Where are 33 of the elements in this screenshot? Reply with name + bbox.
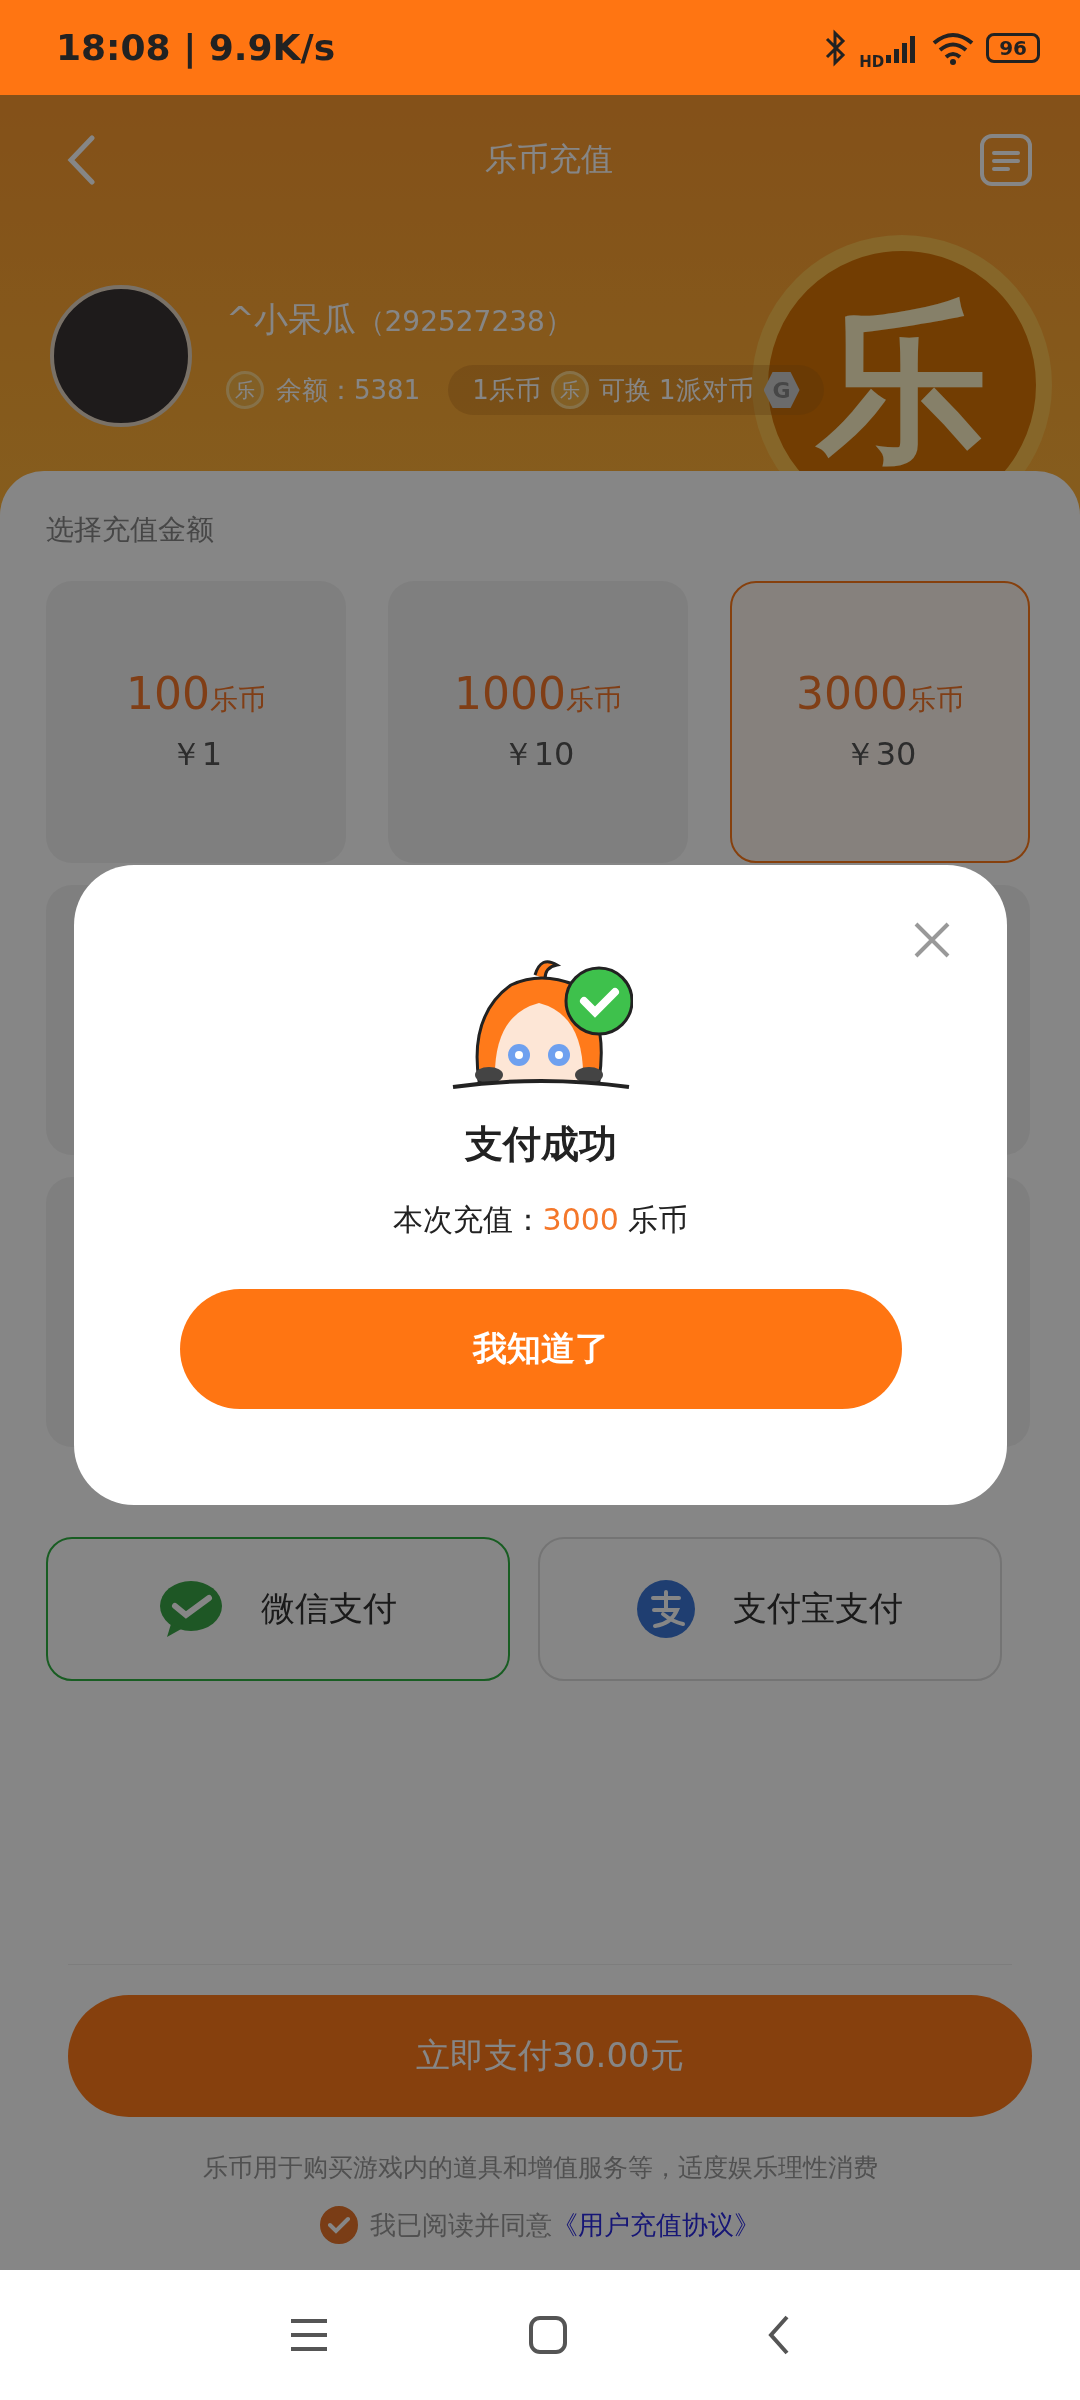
page-title: 乐币充值 bbox=[485, 139, 613, 180]
user-id: （292527238） bbox=[356, 304, 573, 340]
payment-option[interactable]: 支付宝支付 bbox=[538, 1537, 1002, 1681]
balance-text: 余额：5381 bbox=[276, 373, 421, 407]
records-icon[interactable] bbox=[980, 134, 1032, 186]
section-title: 选择充值金额 bbox=[46, 512, 215, 548]
menu-icon[interactable] bbox=[289, 2317, 329, 2353]
wifi-icon bbox=[932, 30, 975, 65]
close-icon[interactable] bbox=[913, 921, 951, 959]
user-name: ^小呆瓜 bbox=[226, 298, 357, 341]
payment-option[interactable]: 微信支付 bbox=[46, 1537, 510, 1681]
pay-now-button[interactable]: 立即支付30.00元 bbox=[68, 1995, 1032, 2117]
network-type-label: HD bbox=[859, 52, 885, 71]
dialog-title: 支付成功 bbox=[464, 1121, 617, 1168]
agreement-checkbox[interactable] bbox=[320, 2206, 358, 2244]
recharge-amount-text: 本次充值：3000 乐币 bbox=[392, 1201, 689, 1239]
home-icon[interactable] bbox=[529, 2316, 567, 2354]
status-time: 18:08 | 9.9K/s bbox=[56, 27, 336, 68]
back-icon[interactable] bbox=[767, 2315, 791, 2355]
amount-option[interactable]: 3000乐币 ￥30 bbox=[730, 581, 1030, 863]
coin-icon: 乐 bbox=[226, 371, 264, 409]
amount-option[interactable]: 100乐币 ￥1 bbox=[46, 581, 346, 863]
confirm-button[interactable]: 我知道了 bbox=[179, 1289, 902, 1409]
battery-indicator: 96 bbox=[986, 32, 1040, 63]
rate-to-text: 可换 1派对币 bbox=[598, 373, 754, 407]
coin-icon: 乐 bbox=[550, 371, 589, 409]
amount-option[interactable]: 1000乐币 ￥10 bbox=[388, 581, 688, 863]
checkmark-icon bbox=[328, 2216, 350, 2234]
payment-logo-icon bbox=[637, 1580, 695, 1638]
agreement-link[interactable]: 《用户充值协议》 bbox=[552, 2207, 760, 2243]
chat-bubble-icon bbox=[159, 1580, 223, 1638]
bluetooth-icon bbox=[823, 28, 848, 67]
rate-from-text: 1乐币 bbox=[472, 373, 541, 407]
